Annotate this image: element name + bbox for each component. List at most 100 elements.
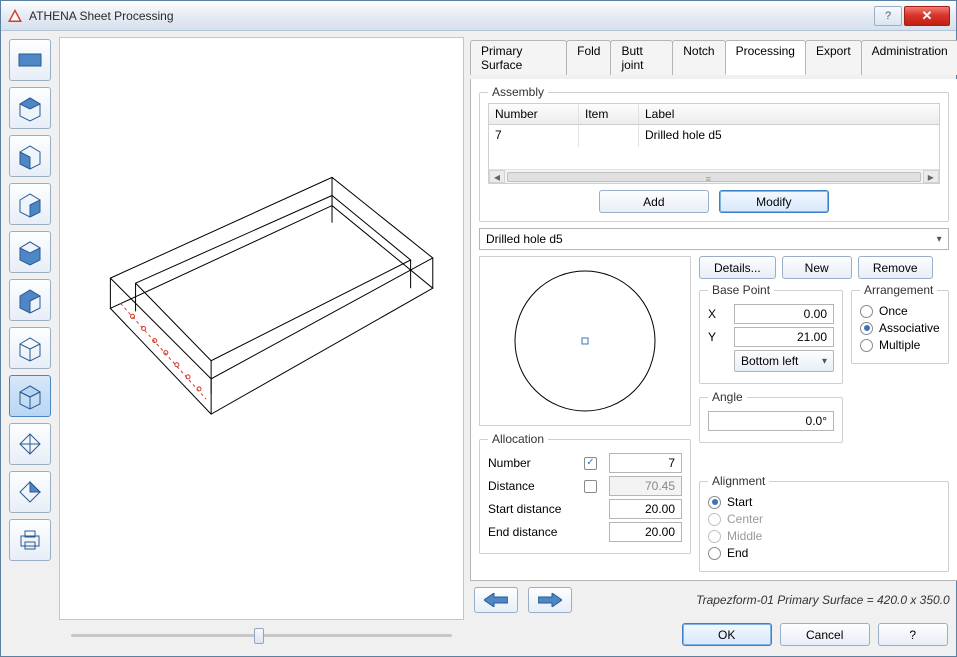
processing-left: Allocation Number 7 Distance 70.45 — [479, 256, 691, 572]
number-input[interactable]: 7 — [609, 453, 682, 473]
arrangement-once[interactable]: Once — [860, 304, 940, 318]
assembly-table: Number Item Label 7 Drilled hole d5 ◂ — [488, 103, 940, 184]
start-distance-input[interactable]: 20.00 — [609, 499, 682, 519]
end-distance-input[interactable]: 20.00 — [609, 522, 682, 542]
radio-center — [708, 513, 721, 526]
alignment-group: Alignment Start Center Mid — [699, 474, 949, 572]
prev-button[interactable] — [474, 587, 518, 613]
app-icon — [7, 8, 23, 24]
distance-checkbox[interactable] — [584, 480, 597, 493]
next-button[interactable] — [528, 587, 572, 613]
tab-body: Assembly Number Item Label 7 Drilled hol… — [470, 79, 957, 581]
tool-plane[interactable] — [9, 39, 51, 81]
tool-cube-left[interactable] — [9, 231, 51, 273]
y-label: Y — [708, 330, 728, 344]
zoom-slider[interactable] — [59, 620, 464, 650]
tab-processing[interactable]: Processing — [725, 40, 806, 75]
tool-cube-front[interactable] — [9, 87, 51, 129]
tool-cube-transparent[interactable] — [9, 327, 51, 369]
radio-end[interactable] — [708, 547, 721, 560]
assembly-header: Number Item Label — [489, 104, 939, 125]
y-input[interactable]: 21.00 — [734, 327, 834, 347]
x-input[interactable]: 0.00 — [734, 304, 834, 324]
alignment-end[interactable]: End — [708, 546, 940, 560]
assembly-group: Assembly Number Item Label 7 Drilled hol… — [479, 85, 949, 222]
processing-main: Allocation Number 7 Distance 70.45 — [479, 256, 949, 572]
help-button[interactable]: ? — [874, 6, 902, 26]
cell-item — [579, 125, 639, 147]
scroll-right-icon[interactable]: ▸ — [923, 170, 939, 183]
anchor-select[interactable]: Bottom left — [734, 350, 834, 372]
close-button[interactable]: ✕ — [904, 6, 950, 26]
status-text: Trapezform-01 Primary Surface = 420.0 x … — [696, 593, 954, 607]
titlebar: ATHENA Sheet Processing ? ✕ — [1, 1, 956, 31]
tab-primary-surface[interactable]: Primary Surface — [470, 40, 567, 75]
scroll-left-icon[interactable]: ◂ — [489, 170, 505, 183]
preview-canvas[interactable] — [59, 37, 464, 620]
table-row[interactable] — [489, 147, 939, 169]
tab-butt-joint[interactable]: Butt joint — [610, 40, 673, 75]
angle-legend: Angle — [708, 390, 747, 404]
arrangement-group: Arrangement Once Associative — [851, 283, 949, 364]
col-item[interactable]: Item — [579, 104, 639, 124]
base-point-legend: Base Point — [708, 283, 774, 297]
tool-diamond-alt[interactable] — [9, 471, 51, 513]
remove-button[interactable]: Remove — [858, 256, 933, 279]
angle-input[interactable]: 0.0° — [708, 411, 834, 431]
arrangement-multiple[interactable]: Multiple — [860, 338, 940, 352]
col-number[interactable]: Number — [489, 104, 579, 124]
angle-group: Angle 0.0° — [699, 390, 843, 443]
x-label: X — [708, 307, 728, 321]
preview-pane — [59, 37, 464, 650]
cell-number: 7 — [489, 125, 579, 147]
tool-cube-transparent-active[interactable] — [9, 375, 51, 417]
hole-preview — [479, 256, 691, 426]
col-label[interactable]: Label — [639, 104, 939, 124]
arrangement-associative[interactable]: Associative — [860, 321, 940, 335]
modify-button[interactable]: Modify — [719, 190, 829, 213]
alignment-middle: Middle — [708, 529, 940, 543]
dialog-buttons: OK Cancel ? — [470, 619, 957, 650]
window-buttons: ? ✕ — [872, 6, 950, 26]
distance-input: 70.45 — [609, 476, 682, 496]
alignment-start[interactable]: Start — [708, 495, 940, 509]
tool-print[interactable] — [9, 519, 51, 561]
radio-multiple[interactable] — [860, 339, 873, 352]
window-title: ATHENA Sheet Processing — [29, 9, 872, 23]
base-point-group: Base Point X 0.00 Y 21.00 — [699, 283, 843, 384]
tab-export[interactable]: Export — [805, 40, 862, 75]
alignment-legend: Alignment — [708, 474, 769, 488]
assembly-scrollbar[interactable]: ◂ ≡ ▸ — [489, 169, 939, 183]
tool-diamond[interactable] — [9, 423, 51, 465]
allocation-group: Allocation Number 7 Distance 70.45 — [479, 432, 691, 554]
details-button[interactable]: Details... — [699, 256, 776, 279]
new-button[interactable]: New — [782, 256, 852, 279]
window: ATHENA Sheet Processing ? ✕ — [0, 0, 957, 657]
operation-select[interactable]: Drilled hole d5 — [479, 228, 949, 250]
operation-select-value: Drilled hole d5 — [486, 232, 563, 246]
add-button[interactable]: Add — [599, 190, 709, 213]
tool-cube-right[interactable] — [9, 279, 51, 321]
allocation-legend: Allocation — [488, 432, 548, 446]
radio-start[interactable] — [708, 496, 721, 509]
tab-administration[interactable]: Administration — [861, 40, 957, 75]
number-checkbox[interactable] — [584, 457, 597, 470]
tab-fold[interactable]: Fold — [566, 40, 611, 75]
tool-cube-bottom[interactable] — [9, 183, 51, 225]
ok-button[interactable]: OK — [682, 623, 772, 646]
tool-cube-top[interactable] — [9, 135, 51, 177]
anchor-select-value: Bottom left — [741, 354, 798, 368]
dialog-help-button[interactable]: ? — [878, 623, 948, 646]
arrangement-legend: Arrangement — [860, 283, 937, 297]
view-toolbar — [7, 37, 53, 650]
cancel-button[interactable]: Cancel — [780, 623, 870, 646]
start-distance-label: Start distance — [488, 502, 578, 516]
content: Primary Surface Fold Butt joint Notch Pr… — [1, 31, 956, 656]
bottom-bar: Trapezform-01 Primary Surface = 420.0 x … — [470, 585, 957, 615]
radio-once[interactable] — [860, 305, 873, 318]
radio-associative[interactable] — [860, 322, 873, 335]
alignment-center: Center — [708, 512, 940, 526]
table-row[interactable]: 7 Drilled hole d5 — [489, 125, 939, 147]
tab-strip: Primary Surface Fold Butt joint Notch Pr… — [470, 39, 957, 75]
tab-notch[interactable]: Notch — [672, 40, 725, 75]
